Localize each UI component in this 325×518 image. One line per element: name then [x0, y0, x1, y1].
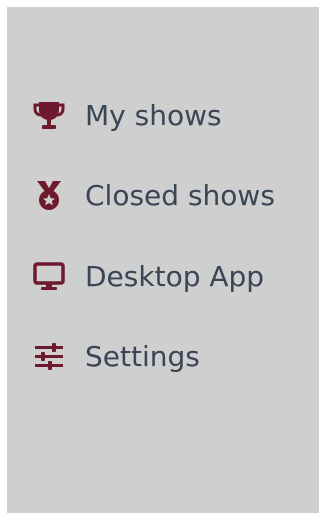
sidebar-menu: My shows Closed shows Desktop App Settin… [7, 7, 319, 513]
menu-item-label: Desktop App [85, 259, 265, 293]
menu-item-label: Closed shows [85, 178, 275, 212]
sidebar-panel: My shows Closed shows Desktop App Settin… [7, 7, 319, 513]
trophy-icon [31, 97, 67, 133]
menu-item-label: Settings [85, 339, 200, 373]
menu-item-my-shows[interactable]: My shows [31, 91, 222, 139]
medal-icon [31, 177, 67, 213]
menu-item-closed-shows[interactable]: Closed shows [31, 171, 275, 219]
sliders-icon [31, 338, 67, 374]
monitor-icon [31, 258, 67, 294]
menu-item-label: My shows [85, 98, 222, 132]
menu-item-settings[interactable]: Settings [31, 332, 200, 380]
menu-item-desktop-app[interactable]: Desktop App [31, 252, 264, 300]
